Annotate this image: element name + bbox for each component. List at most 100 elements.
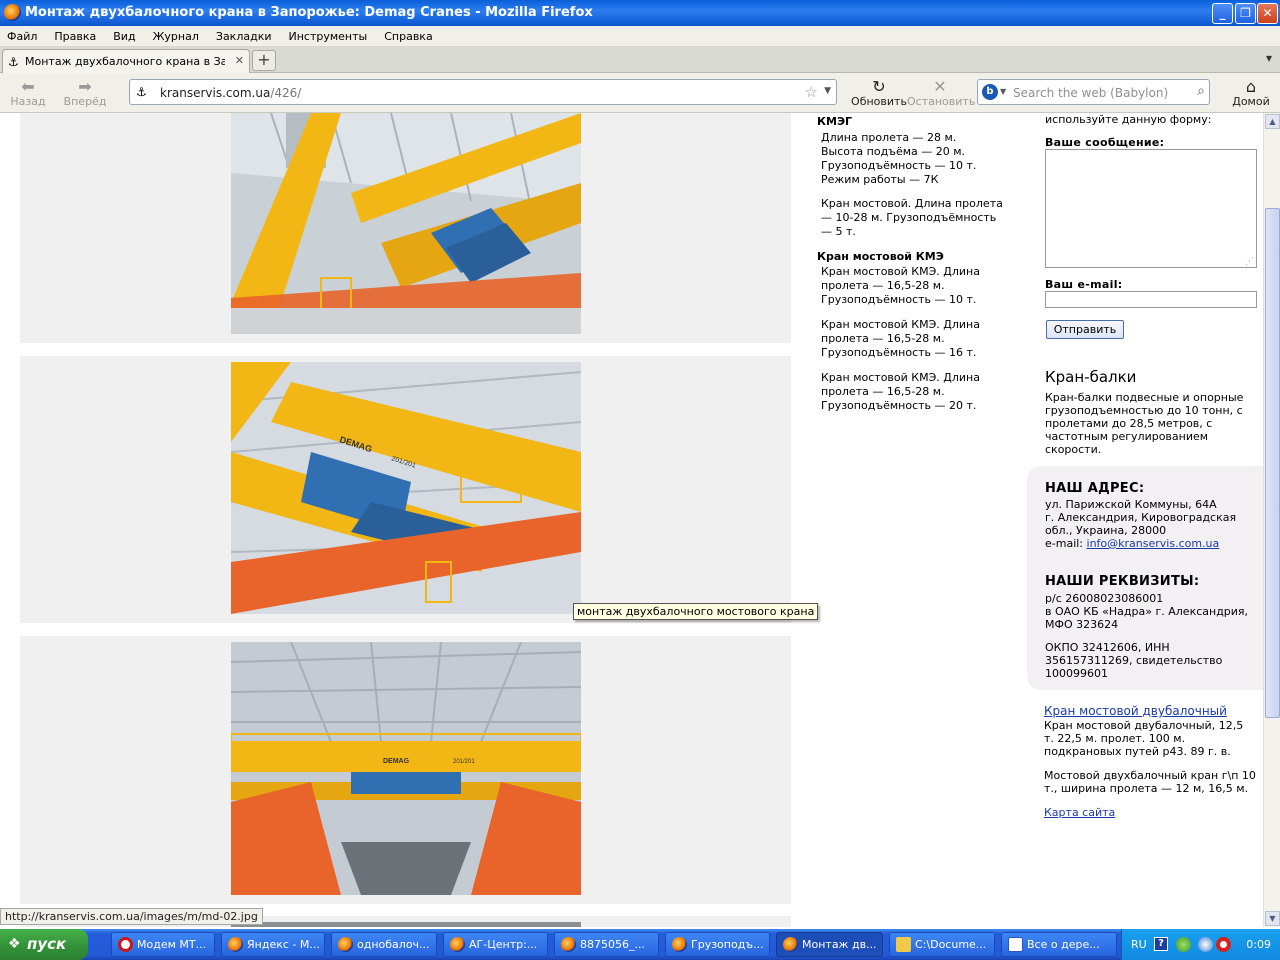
crane-photo[interactable] (231, 922, 581, 927)
back-button[interactable]: ⬅ Назад (8, 75, 48, 108)
firefox-icon (4, 4, 21, 21)
kran-balki-title: Кран-балки (1045, 368, 1137, 386)
sitemap-link[interactable]: Карта сайта (1044, 806, 1115, 819)
taskbar-item-active[interactable]: Монтаж дв... (776, 932, 883, 957)
address-line: г. Александрия, Кировоградская обл., Укр… (1045, 511, 1237, 537)
windows-flag-icon: ❖ (8, 936, 21, 952)
crane-photo[interactable]: DEMAG 201/201 (231, 362, 581, 614)
photo-block: DEMAG 201/201 (20, 356, 791, 623)
scroll-up-icon[interactable]: ▲ (1265, 114, 1280, 129)
start-button[interactable]: ❖ пуск (0, 929, 88, 960)
resize-grip-icon[interactable]: ⋰ (1245, 257, 1254, 267)
taskbar-item[interactable]: однобалоч... (331, 932, 437, 957)
scroll-down-icon[interactable]: ▼ (1265, 911, 1280, 926)
reload-button[interactable]: ↻ Обновить (851, 75, 907, 108)
reload-icon: ↻ (872, 77, 886, 96)
menu-bar: Файл Правка Вид Журнал Закладки Инструменты Сп… (0, 26, 1280, 47)
photo-block: DEMAG 201/201 (20, 636, 791, 904)
system-tray: RU ? 0:09 (1121, 929, 1280, 960)
menu-view[interactable]: Вид (113, 26, 135, 43)
taskbar-item-label: однобалоч... (357, 938, 430, 951)
requisites-title: НАШИ РЕКВИЗИТЫ: (1045, 574, 1200, 589)
stop-button[interactable]: ✕ Остановить (907, 75, 976, 108)
reload-label: Обновить (851, 95, 907, 108)
search-magnifier-icon[interactable]: ⌕ (1197, 83, 1205, 99)
taskbar-item[interactable]: Яндекс - М... (221, 932, 325, 957)
tab-current[interactable]: ⚓ Монтаж двухбалочного крана в Запорож..… (2, 49, 250, 73)
maximize-button[interactable]: ❐ (1235, 3, 1256, 24)
forward-button[interactable]: ➡ Вперёд (60, 75, 110, 108)
taskbar-item[interactable]: Все о дере... (1001, 932, 1117, 957)
section-heading: КМЭГ (817, 115, 853, 128)
help-icon[interactable]: ? (1154, 937, 1168, 951)
home-button[interactable]: ⌂ Домой (1230, 75, 1272, 108)
connection-icon[interactable] (1198, 937, 1213, 952)
crane-photo[interactable] (231, 113, 581, 334)
crane-description: Кран мостовой. Длина пролета — 10-28 м. … (821, 197, 1003, 238)
crane-photo[interactable]: DEMAG 201/201 (231, 642, 581, 895)
menu-history[interactable]: Журнал (153, 26, 199, 43)
taskbar-item-label: Все о дере... (1027, 938, 1100, 951)
address-bar[interactable]: ⚓ kranservis.com.ua/426/ ☆ ▼ (129, 79, 837, 105)
taskbar-item-label: АГ-Центр:... (469, 938, 538, 951)
back-label: Назад (10, 95, 46, 108)
crane-number-label: 201/201 (453, 759, 475, 765)
send-button[interactable]: Отправить (1046, 320, 1124, 339)
start-label: пуск (27, 935, 67, 953)
bridge-crane-link[interactable]: Кран мостовой двубалочный (1044, 704, 1227, 718)
menu-help[interactable]: Справка (384, 26, 432, 43)
menu-edit[interactable]: Правка (54, 26, 96, 43)
bridge-crane-text: Мостовой двухбалочный кран г\п 10 т., ши… (1044, 769, 1256, 795)
tab-label: Монтаж двухбалочного крана в Запорож... (25, 55, 225, 68)
url-host: kranservis.com.ua (160, 86, 271, 100)
email-field[interactable] (1045, 291, 1257, 308)
tab-close-icon[interactable]: ✕ (235, 54, 244, 67)
taskbar-item[interactable]: Модем МТ... (111, 932, 215, 957)
menu-file[interactable]: Файл (7, 26, 37, 43)
requisites-line: ОКПО 32412606, ИНН 356157311269, свидете… (1045, 641, 1223, 680)
language-indicator[interactable]: RU (1131, 938, 1147, 951)
photo-block (20, 113, 791, 343)
menu-bookmarks[interactable]: Закладки (216, 26, 272, 43)
taskbar: ❖ пуск Модем МТ... Яндекс - М... однобал… (0, 929, 1280, 960)
message-textarea[interactable]: ⋰ (1045, 149, 1257, 268)
bookmark-star-icon[interactable]: ☆ (805, 83, 818, 101)
search-input[interactable]: Search the web (Babylon) (1013, 86, 1168, 100)
taskbar-item[interactable]: 8875056_... (554, 932, 659, 957)
close-button[interactable]: ✕ (1257, 3, 1278, 24)
taskbar-item[interactable]: АГ-Центр:... (443, 932, 548, 957)
address-line: ул. Парижской Коммуны, 64А (1045, 498, 1217, 511)
engine-dropdown-icon[interactable]: ▼ (1000, 87, 1006, 96)
url-text[interactable]: kranservis.com.ua/426/ (160, 86, 301, 100)
home-icon: ⌂ (1245, 77, 1257, 96)
page-content: DEMAG 201/201 DEMAG 201/201 монтаж двухб… (0, 113, 1263, 927)
tab-bar: ⚓ Монтаж двухбалочного крана в Запорож..… (0, 47, 1280, 73)
firefox-icon (561, 937, 576, 952)
taskbar-item[interactable]: C:\Docume... (889, 932, 995, 957)
crane-description: Длина пролета — 28 м. Высота подъёма — 2… (821, 131, 977, 186)
scroll-thumb[interactable] (1265, 208, 1280, 718)
firefox-icon (450, 937, 465, 952)
tab-list-icon[interactable]: ▾ (1266, 51, 1272, 65)
vertical-scrollbar[interactable]: ▲ ▼ (1263, 113, 1280, 927)
new-tab-button[interactable]: + (252, 50, 276, 71)
requisites-text: р/с 26008023086001 в ОАО КБ «Надра» г. А… (1045, 592, 1250, 680)
network-icon[interactable] (1176, 937, 1191, 952)
email-link[interactable]: info@kranservis.com.ua (1087, 537, 1220, 550)
title-bar: Монтаж двухбалочного крана в Запорожье: … (0, 0, 1280, 26)
taskbar-item[interactable]: Грузоподъ... (665, 932, 770, 957)
minimize-button[interactable]: _ (1212, 3, 1233, 24)
taskbar-item-label: Модем МТ... (137, 938, 207, 951)
url-dropdown-icon[interactable]: ▼ (824, 86, 831, 96)
stop-label: Остановить (907, 95, 976, 108)
babylon-icon[interactable]: b (982, 84, 998, 100)
crane-hook-icon: ⚓ (136, 85, 147, 99)
taskbar-item-label: 8875056_... (580, 938, 645, 951)
search-box[interactable]: b ▼ Search the web (Babylon) ⌕ (977, 79, 1210, 105)
menu-tools[interactable]: Инструменты (289, 26, 368, 43)
clock: 0:09 (1246, 938, 1271, 951)
email-prefix: e-mail: (1045, 537, 1087, 550)
firefox-icon (228, 937, 243, 952)
address-email-line: e-mail: info@kranservis.com.ua (1045, 537, 1250, 550)
opera-tray-icon[interactable] (1216, 937, 1231, 952)
